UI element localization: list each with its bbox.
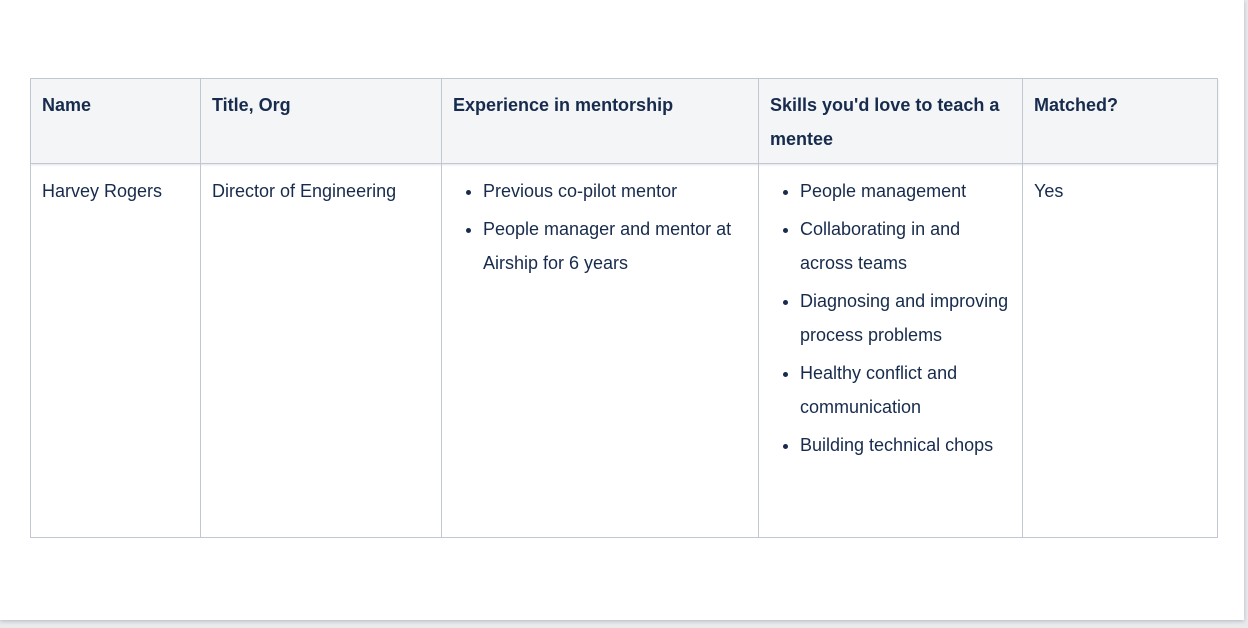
document-page: Name Title, Org Experience in mentorship… [0,0,1244,620]
experience-list: Previous co-pilot mentor People manager … [453,174,747,280]
cell-matched[interactable]: Yes [1022,163,1218,538]
table-row: Harvey Rogers Director of Engineering Pr… [30,163,1218,538]
list-item: Diagnosing and improving process problem… [800,284,1011,352]
header-matched[interactable]: Matched? [1022,78,1218,164]
list-item: Healthy conflict and communication [800,356,1011,424]
header-experience[interactable]: Experience in mentorship [441,78,759,164]
list-item: People manager and mentor at Airship for… [483,212,747,280]
cell-experience[interactable]: Previous co-pilot mentor People manager … [441,163,759,538]
skills-list: People management Collaborating in and a… [770,174,1011,462]
header-title-org[interactable]: Title, Org [200,78,442,164]
table-header-row: Name Title, Org Experience in mentorship… [30,78,1218,164]
cell-name[interactable]: Harvey Rogers [30,163,201,538]
header-name[interactable]: Name [30,78,201,164]
list-item: Collaborating in and across teams [800,212,1011,280]
mentor-table: Name Title, Org Experience in mentorship… [30,78,1218,538]
cell-title-org[interactable]: Director of Engineering [200,163,442,538]
list-item: People management [800,174,1011,208]
cell-skills[interactable]: People management Collaborating in and a… [758,163,1023,538]
list-item: Building technical chops [800,428,1011,462]
list-item: Previous co-pilot mentor [483,174,747,208]
header-skills[interactable]: Skills you'd love to teach a mentee [758,78,1023,164]
